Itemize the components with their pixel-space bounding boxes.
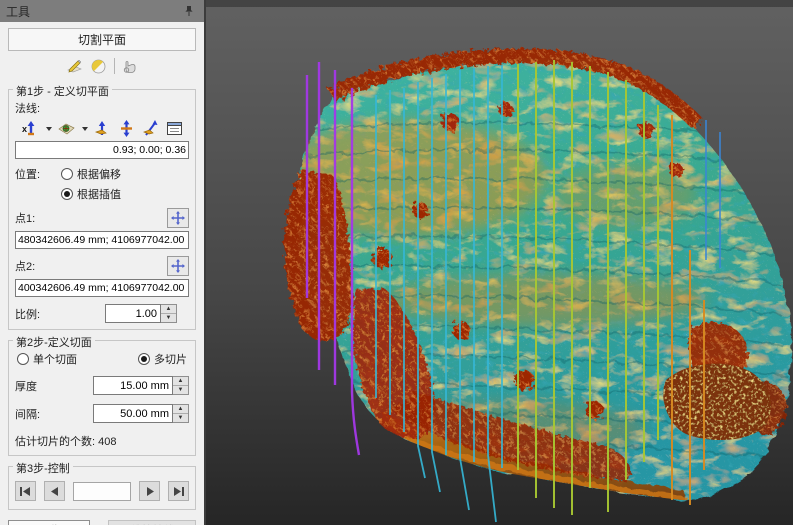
viewport-3d[interactable] [206, 0, 793, 525]
scale-input[interactable] [105, 304, 161, 323]
point1-field-wrap [15, 231, 189, 249]
radio-single-label: 单个切面 [33, 351, 77, 367]
pick-axis-dropdown-icon[interactable] [46, 127, 52, 131]
spacing-spin-down-icon[interactable]: ▼ [173, 414, 188, 422]
radio-by-interp-circle [61, 188, 73, 200]
player-next-icon[interactable] [139, 481, 160, 501]
thickness-spinner: ▲ ▼ [93, 376, 189, 395]
slice-position-input[interactable] [73, 482, 131, 501]
sphere-icon[interactable] [90, 57, 108, 75]
step1-title: 第1步 - 定义切平面 [13, 83, 112, 99]
radio-single-section[interactable]: 单个切面 [17, 351, 77, 367]
scale-spin-up-icon[interactable]: ▲ [161, 305, 176, 314]
scale-spin-down-icon[interactable]: ▼ [161, 314, 176, 322]
spacing-spinner: ▲ ▼ [93, 404, 189, 423]
scale-spin-arrows: ▲ ▼ [161, 304, 177, 323]
radio-by-offset-circle [61, 168, 73, 180]
normal-field-wrap [15, 141, 189, 159]
player-first-icon[interactable] [15, 481, 36, 501]
player-prev-icon[interactable] [44, 481, 65, 501]
step2-group: 第2步-定义切面 单个切面 多切片 厚度 [8, 340, 196, 456]
flip-normal-icon[interactable] [117, 119, 136, 138]
panel-titlebar: 工具 [0, 0, 204, 22]
radio-multi-circle [138, 353, 150, 365]
panel-title: 工具 [6, 3, 30, 20]
radio-multi-label: 多切片 [154, 351, 187, 367]
dialog-header: 切割平面 [8, 28, 196, 51]
thickness-spin-arrows: ▲ ▼ [173, 376, 189, 395]
pin-icon[interactable] [180, 2, 198, 20]
tools-panel: 工具 切割平面 第1步 - 定义切平面 [0, 0, 204, 525]
point1-input[interactable] [15, 231, 189, 249]
mode-toolbar [8, 53, 196, 79]
pick-plane-icon[interactable] [57, 119, 76, 138]
step3-title: 第3步-控制 [13, 460, 73, 476]
normal-input[interactable] [15, 141, 189, 159]
scale-label: 比例: [15, 306, 65, 322]
svg-text:x: x [22, 124, 27, 134]
toolbar-separator [114, 58, 115, 74]
panel-body: 切割平面 第1步 - 定义切平面 法线: x [0, 22, 204, 525]
pick-axis-icon[interactable]: x [21, 119, 40, 138]
pick-point-normal-icon[interactable] [93, 119, 112, 138]
point1-label: 点1: [15, 210, 35, 226]
thickness-spin-up-icon[interactable]: ▲ [173, 377, 188, 386]
viewport-top-edge [206, 0, 793, 7]
spacing-spin-up-icon[interactable]: ▲ [173, 405, 188, 414]
estimate-text: 估计切片的个数: 408 [15, 433, 189, 449]
point2-input[interactable] [15, 279, 189, 297]
dialog-icon[interactable] [165, 119, 184, 138]
slice-player [15, 481, 189, 501]
shortcut-2d-button[interactable]: 二维快捷线... [108, 520, 196, 525]
scale-spinner: ▲ ▼ [105, 304, 177, 323]
radio-by-offset-label: 根据偏移 [77, 166, 121, 182]
preview-button[interactable]: 预览 [8, 520, 90, 525]
point2-label: 点2: [15, 258, 35, 274]
point2-field-wrap [15, 279, 189, 297]
point-cloud-scene [206, 0, 793, 525]
radio-by-interp[interactable]: 根据插值 [61, 186, 121, 202]
step1-group: 第1步 - 定义切平面 法线: x [8, 89, 196, 330]
player-last-icon[interactable] [168, 481, 189, 501]
pick-point2-button[interactable] [167, 256, 189, 276]
radio-by-interp-label: 根据插值 [77, 186, 121, 202]
interact-hand-icon[interactable] [121, 57, 139, 75]
step2-title: 第2步-定义切面 [13, 334, 95, 350]
normal-label: 法线: [15, 100, 189, 116]
spacing-spin-arrows: ▲ ▼ [173, 404, 189, 423]
spacing-label: 间隔: [15, 406, 75, 422]
thickness-label: 厚度 [15, 378, 75, 394]
position-label: 位置: [15, 166, 61, 182]
pick-point1-button[interactable] [167, 208, 189, 228]
radio-multi-slice[interactable]: 多切片 [138, 351, 187, 367]
radio-single-circle [17, 353, 29, 365]
normal-icon-row: x [15, 119, 189, 138]
thickness-input[interactable] [93, 376, 173, 395]
thickness-spin-down-icon[interactable]: ▼ [173, 386, 188, 394]
pick-two-points-icon[interactable] [141, 119, 160, 138]
rubble-pile [663, 364, 771, 440]
application-window: 工具 切割平面 第1步 - 定义切平面 [0, 0, 793, 525]
spacing-input[interactable] [93, 404, 173, 423]
radio-by-offset[interactable]: 根据偏移 [61, 166, 121, 182]
draw-plane-icon[interactable] [66, 57, 84, 75]
step3-group: 第3步-控制 [8, 466, 196, 510]
pick-plane-dropdown-icon[interactable] [82, 127, 88, 131]
